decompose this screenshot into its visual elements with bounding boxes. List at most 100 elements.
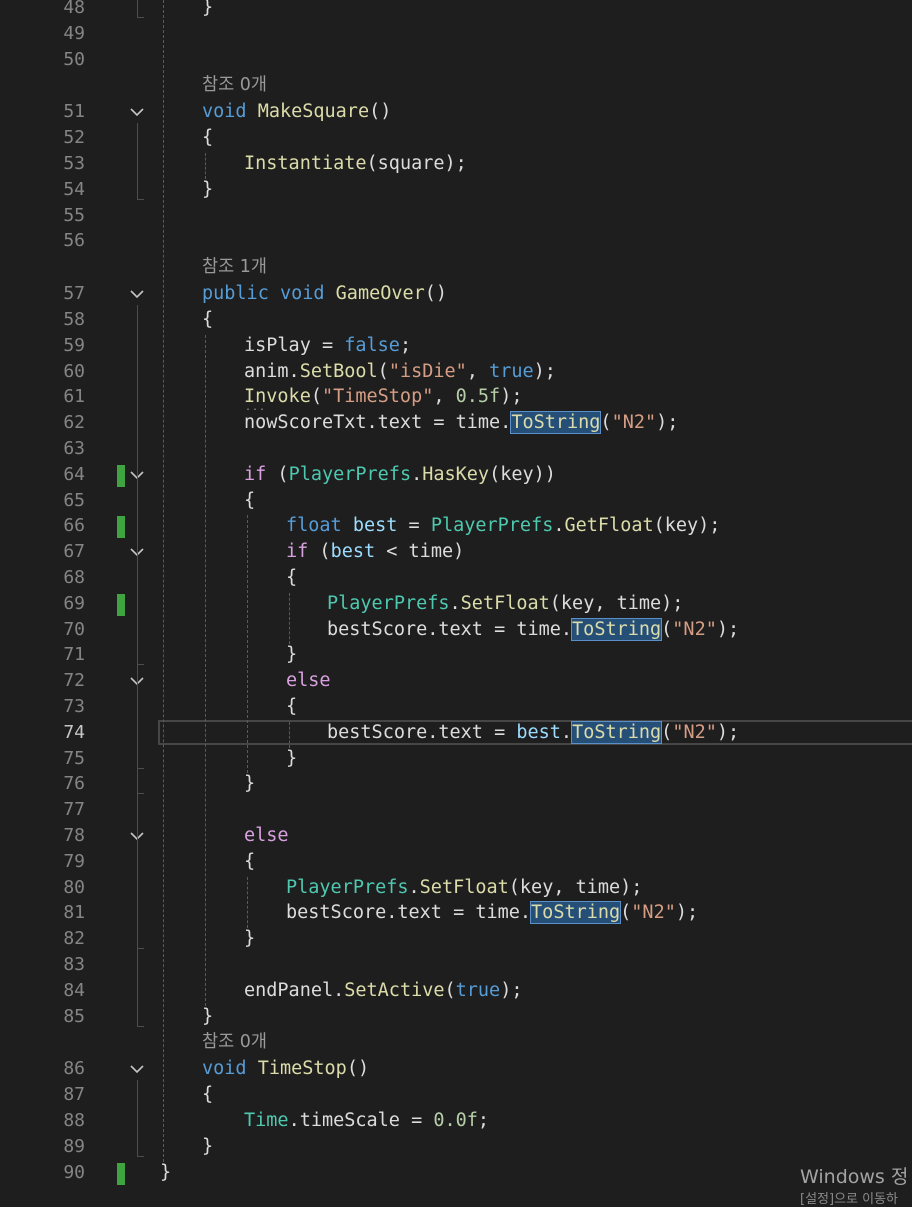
code-token: } (244, 928, 256, 950)
code-text[interactable]: bestScore.text = best.ToString("N2"); (327, 720, 740, 744)
code-token: isPlay = (244, 334, 345, 356)
code-text[interactable]: { (202, 1084, 213, 1106)
fold-range-end (137, 767, 144, 769)
indent-guide (205, 334, 206, 1006)
code-token: . (553, 515, 565, 537)
code-text[interactable]: } (286, 748, 297, 770)
code-text[interactable]: if (PlayerPrefs.HasKey(key)) (244, 464, 556, 486)
code-line[interactable]: 86 void TimeStop() (0, 1058, 912, 1080)
code-line[interactable]: 90} (0, 1161, 912, 1185)
windows-activation-watermark: Windows 정 (800, 1166, 909, 1188)
codelens-references[interactable]: 참조 0개 (0, 1031, 912, 1053)
code-text[interactable]: PlayerPrefs.SetFloat(key, time); (327, 593, 683, 615)
code-text[interactable]: } (160, 1162, 171, 1184)
code-text[interactable]: bestScore.text = time.ToString("N2"); (327, 617, 739, 641)
indent-guide (205, 153, 206, 179)
line-number: 81 (63, 902, 85, 924)
code-editor[interactable]: 48} 49 50 참조 0개 51 void MakeSquare() 52{53 Inst… (0, 0, 912, 1199)
code-token: (key, time); (549, 592, 684, 614)
code-text[interactable]: } (286, 644, 297, 666)
line-number: 82 (63, 928, 85, 950)
code-token: best (352, 515, 398, 537)
code-line[interactable]: 57 public void GameOver() (0, 283, 912, 305)
code-text[interactable]: else (244, 825, 289, 847)
code-text[interactable]: PlayerPrefs.SetFloat(key, time); (286, 877, 642, 899)
codelens-references[interactable]: 참조 0개 (0, 74, 912, 96)
code-text[interactable]: { (286, 567, 297, 589)
fold-range-line (137, 1080, 138, 1156)
change-marker (117, 593, 125, 616)
code-token: ( (266, 463, 289, 485)
code-text[interactable]: public void GameOver() (202, 283, 447, 305)
code-token: PlayerPrefs (286, 876, 409, 898)
chevron-down-icon[interactable] (128, 104, 146, 120)
code-token: ); (716, 721, 740, 743)
code-token: { (286, 696, 298, 717)
code-line[interactable]: 50 (0, 49, 912, 71)
fold-range-line (137, 0, 138, 17)
code-line[interactable]: 56 (0, 230, 912, 252)
line-number: 72 (63, 670, 85, 692)
indent-guide (247, 876, 248, 929)
code-text[interactable]: nowScoreTxt.text = time.ToString("N2"); (244, 411, 678, 435)
code-text[interactable]: { (244, 490, 255, 512)
code-text[interactable]: anim.SetBool("isDie", true); (244, 361, 556, 383)
code-text[interactable]: } (202, 1006, 213, 1028)
code-token: public (202, 283, 269, 305)
code-token: bestScore.text = time. (327, 618, 573, 640)
code-token: ); (533, 360, 556, 382)
line-number: 90 (63, 1161, 85, 1183)
code-text[interactable]: isPlay = false; (244, 335, 411, 357)
code-text[interactable]: } (244, 928, 255, 950)
change-marker (117, 516, 125, 539)
code-text[interactable]: } (244, 773, 255, 795)
code-token: bestScore.text = time. (286, 902, 532, 924)
code-token: } (202, 0, 214, 18)
code-token: , (466, 360, 490, 382)
code-token: . (449, 592, 461, 614)
code-token: ; (477, 1110, 490, 1131)
code-token: , (433, 386, 456, 408)
code-line[interactable]: 51 void MakeSquare() (0, 101, 912, 123)
code-token: "N2" (631, 902, 676, 924)
highlighted-symbol: ToString (571, 720, 663, 744)
code-text[interactable]: } (202, 1136, 213, 1158)
code-text[interactable]: Invoke("TimeStop", 0.5f); (244, 386, 522, 408)
code-text[interactable]: { (244, 851, 255, 873)
code-token: (key); (653, 515, 721, 537)
code-text[interactable]: Instantiate(square); (244, 153, 467, 175)
code-text[interactable]: { (202, 127, 213, 149)
chevron-down-icon[interactable] (128, 286, 146, 302)
code-token: Instantiate (244, 153, 367, 174)
code-text[interactable]: endPanel.SetActive(true); (244, 980, 522, 1002)
code-token: "N2" (611, 412, 657, 434)
code-text[interactable]: } (202, 0, 213, 19)
line-number: 69 (63, 592, 85, 614)
line-number: 54 (63, 178, 85, 200)
code-text[interactable]: void MakeSquare() (202, 101, 391, 123)
code-text[interactable]: bestScore.text = time.ToString("N2"); (286, 901, 698, 925)
code-text[interactable]: { (286, 696, 297, 718)
code-token: bestScore.text = (327, 721, 517, 743)
code-token: .timeScale = (288, 1110, 434, 1131)
chevron-down-icon[interactable] (128, 1061, 146, 1077)
code-line[interactable]: 49 (0, 23, 912, 45)
code-text[interactable]: void TimeStop() (202, 1058, 369, 1080)
code-token: . (408, 876, 420, 898)
code-text[interactable]: } (202, 179, 213, 201)
code-line[interactable]: 55 (0, 205, 912, 227)
code-text[interactable]: else (286, 670, 331, 692)
line-number: 80 (63, 876, 85, 898)
codelens-label[interactable]: 참조 1개 (202, 256, 267, 278)
code-token: if (286, 541, 309, 563)
code-text[interactable]: { (202, 309, 213, 331)
codelens-label[interactable]: 참조 0개 (202, 1031, 267, 1053)
code-text[interactable]: float best = PlayerPrefs.GetFloat(key); (286, 515, 720, 537)
code-text[interactable]: Time.timeScale = 0.0f; (244, 1110, 489, 1132)
code-token: float (286, 515, 342, 537)
code-text[interactable]: if (best < time) (286, 541, 464, 563)
codelens-label[interactable]: 참조 0개 (202, 74, 267, 96)
codelens-references[interactable]: 참조 1개 (0, 256, 912, 278)
